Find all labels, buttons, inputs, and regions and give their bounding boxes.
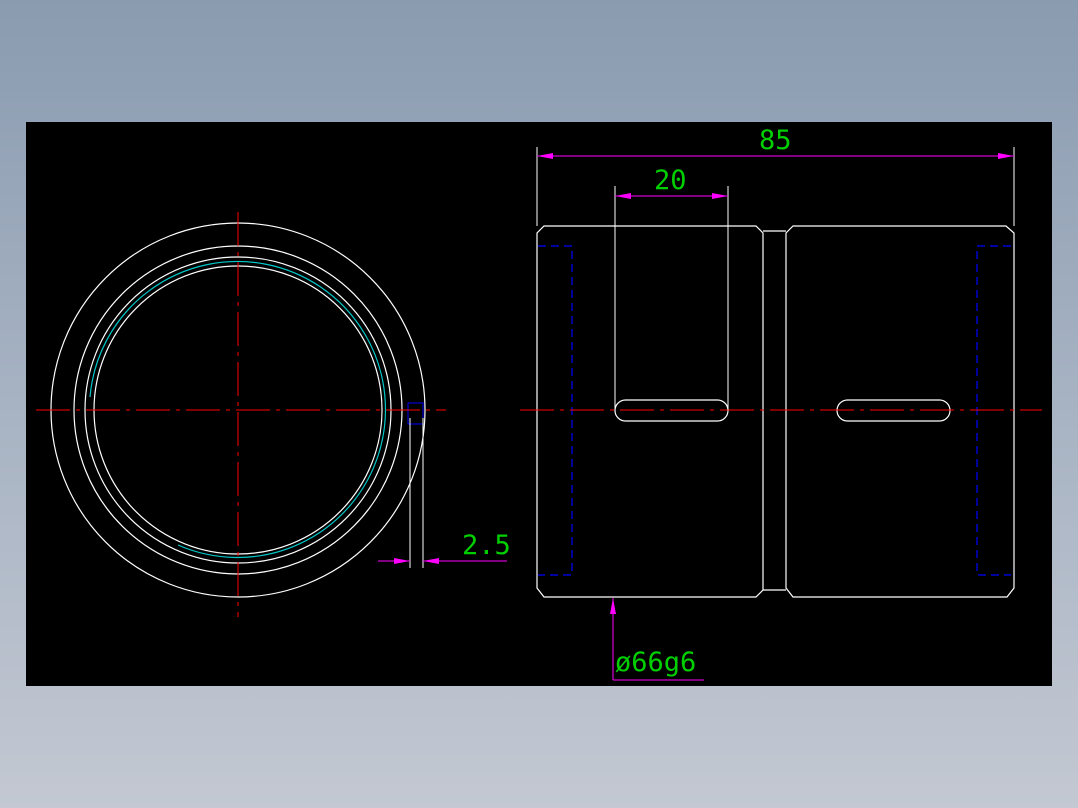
cad-drawing: 2.5 85 20 ø66g6 <box>36 125 1042 681</box>
left-body-outline <box>536 225 764 598</box>
side-view <box>536 225 1015 598</box>
cad-drawing-canvas[interactable]: 2.5 85 20 ø66g6 <box>26 122 1052 686</box>
end-view <box>36 212 446 617</box>
slot-width-dimension: 20 <box>614 165 729 410</box>
groove-depth-dimension: 2.5 <box>378 418 511 568</box>
right-body-outline <box>785 225 1015 598</box>
overall-length-dimension: 85 <box>536 125 1015 226</box>
slot-width-label: 20 <box>654 165 687 196</box>
groove-depth-label: 2.5 <box>462 530 511 561</box>
outer-diameter-label: ø66g6 <box>615 647 696 678</box>
overall-length-label: 85 <box>759 125 792 156</box>
outer-diameter-dimension: ø66g6 <box>610 598 704 681</box>
